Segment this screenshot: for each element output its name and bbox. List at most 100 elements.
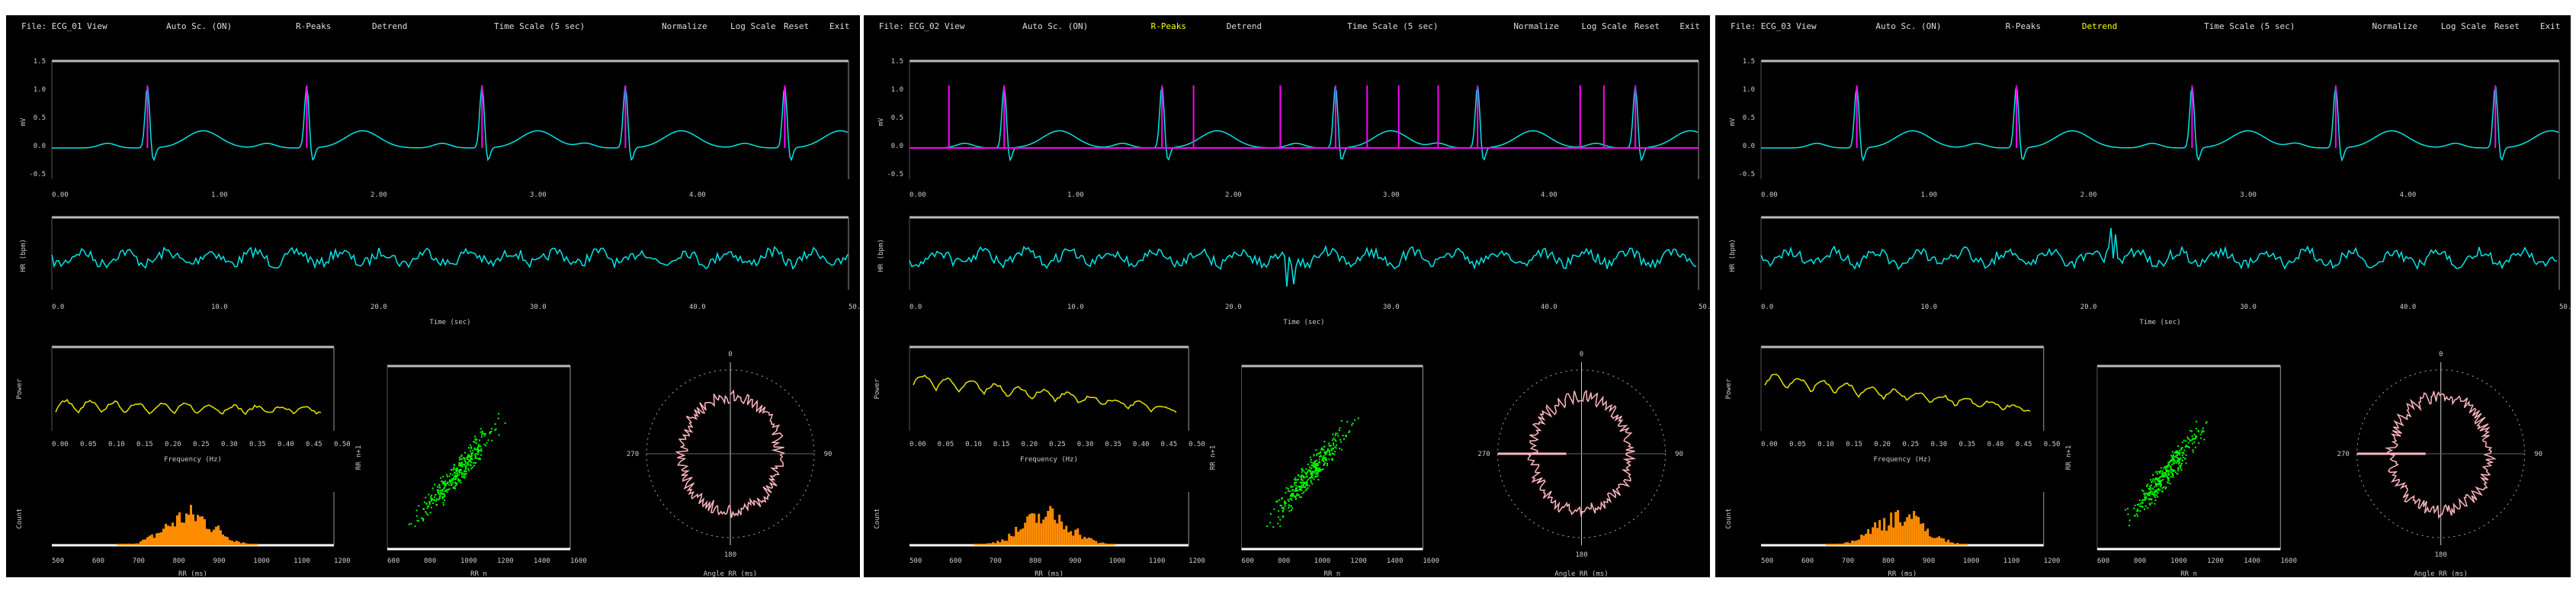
- rr-histogram: [52, 492, 335, 547]
- hist-bar: [1049, 506, 1052, 545]
- scatter-point: [2186, 436, 2189, 438]
- hr-trace: [51, 246, 849, 270]
- tick-label: 0.05: [80, 441, 97, 448]
- scatter-point: [467, 464, 470, 466]
- scatter-point: [2136, 515, 2138, 517]
- scatter-point: [467, 454, 470, 456]
- tick-label: 0.45: [306, 441, 322, 448]
- scatter-point: [2192, 451, 2194, 453]
- viewer-panel-1: File: ECG_01 View Auto Sc. (ON) R-Peaks Det…: [6, 15, 860, 577]
- hist-bar: [224, 536, 226, 545]
- scatter-point: [2154, 480, 2156, 483]
- scatter-point: [2145, 505, 2147, 507]
- scatter-point: [2193, 433, 2196, 435]
- scatter-point: [474, 438, 476, 440]
- scatter-point: [1317, 478, 1320, 480]
- scatter-point: [408, 523, 410, 525]
- tick-label: 800: [1029, 557, 1041, 565]
- hist-bar: [1933, 538, 1936, 545]
- tick-label: 1200: [2207, 557, 2224, 565]
- scatter-point: [1300, 487, 1302, 490]
- hist-bar: [124, 544, 126, 545]
- tick-label: 3.00: [2240, 191, 2257, 199]
- scatter-point: [2154, 482, 2157, 484]
- scatter-point: [2167, 471, 2170, 473]
- scatter-point: [2160, 482, 2162, 484]
- scatter-point: [1299, 496, 1301, 498]
- tick-label: 700: [990, 557, 1002, 565]
- scatter-point: [2163, 472, 2165, 474]
- tick-label: 0.00: [52, 191, 69, 199]
- scatter-point: [1323, 440, 1326, 442]
- scatter-point: [1336, 444, 1338, 446]
- scatter-point: [1288, 510, 1291, 512]
- scatter-point: [454, 481, 457, 483]
- scatter-point: [2161, 470, 2164, 472]
- scatter-point: [456, 482, 458, 484]
- hist-bar: [1922, 523, 1925, 545]
- scatter-point: [1334, 446, 1336, 448]
- scatter-point: [1310, 479, 1312, 481]
- scatter-point: [464, 465, 467, 467]
- hist-bar: [137, 543, 140, 545]
- scatter-point: [2177, 445, 2179, 448]
- poincare-x-label: RR n: [470, 570, 487, 577]
- tick-label: 900: [1923, 557, 1935, 565]
- tick-label: 1200: [2044, 557, 2061, 565]
- scatter-point: [1300, 496, 1302, 499]
- scatter-point: [460, 465, 463, 467]
- tick-label: 1.00: [211, 191, 228, 199]
- scatter-point: [1334, 434, 1336, 436]
- hist-bar: [1856, 540, 1859, 545]
- scatter-point: [431, 487, 434, 490]
- scatter-point: [2138, 499, 2141, 501]
- tick-label: 2.00: [2080, 191, 2097, 199]
- hist-bar: [1097, 543, 1100, 545]
- scatter-point: [2202, 427, 2204, 429]
- scatter-point: [2169, 483, 2171, 485]
- scatter-point: [1330, 448, 1333, 450]
- hist-bar: [1003, 540, 1006, 545]
- poincare-plot: [387, 365, 571, 551]
- scatter-point: [475, 442, 477, 445]
- hist-bar: [1040, 523, 1043, 545]
- scatter-point: [1266, 525, 1269, 528]
- scatter-point: [2176, 456, 2178, 458]
- polar-label-e: 90: [1675, 451, 1683, 458]
- scatter-point: [475, 455, 477, 458]
- hist-bar: [240, 543, 242, 545]
- scatter-point: [1282, 510, 1285, 512]
- scatter-point: [2167, 479, 2170, 481]
- ecg-y-label: mV: [1729, 117, 1737, 126]
- hist-bar: [1835, 544, 1838, 545]
- scatter-point: [473, 441, 476, 443]
- scatter-point: [1311, 462, 1314, 464]
- scatter-point: [2164, 472, 2167, 474]
- scatter-point: [451, 474, 454, 476]
- hist-bar: [213, 529, 215, 545]
- scatter-point: [1354, 419, 1356, 421]
- tick-label: 600: [2097, 557, 2109, 565]
- hist-bar: [1828, 544, 1831, 545]
- hist-bar: [1883, 518, 1886, 545]
- scatter-point: [2191, 438, 2193, 441]
- scatter-point: [2168, 469, 2170, 471]
- scatter-point: [435, 499, 438, 502]
- tick-label: 0.35: [1105, 441, 1121, 448]
- hr-plot: [909, 216, 1699, 290]
- scatter-point: [441, 483, 444, 485]
- tick-label: 30.0: [530, 304, 547, 311]
- hist-bar: [1008, 533, 1011, 545]
- scatter-point: [476, 448, 479, 450]
- hist-bar: [1906, 517, 1909, 545]
- hist-x-label: RR (ms): [178, 570, 207, 577]
- hist-bar: [1079, 535, 1082, 545]
- scatter-point: [1299, 481, 1301, 483]
- scatter-point: [2148, 494, 2151, 496]
- scatter-point: [1310, 481, 1312, 483]
- hist-bar: [985, 543, 988, 545]
- scatter-point: [1309, 470, 1311, 472]
- hist-bar: [1051, 508, 1054, 545]
- scatter-point: [2177, 467, 2180, 470]
- scatter-point: [2203, 438, 2205, 441]
